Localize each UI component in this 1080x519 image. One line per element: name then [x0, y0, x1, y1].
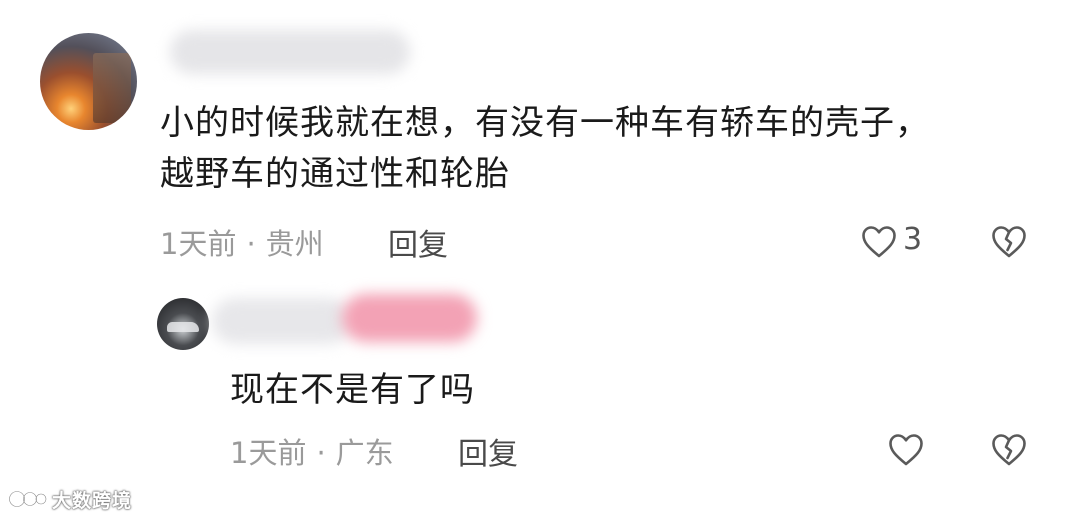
reply-time: 1天前: [230, 436, 307, 470]
heart-outline-icon[interactable]: [888, 433, 924, 467]
broken-heart-icon[interactable]: [991, 225, 1027, 259]
heart-outline-icon[interactable]: [861, 225, 897, 259]
like-count: 3: [903, 222, 923, 257]
reply-to-reply-button[interactable]: 回复: [458, 429, 518, 473]
broken-heart-icon[interactable]: [991, 433, 1027, 467]
reply-location: 广东: [335, 436, 394, 470]
replier-avatar[interactable]: [157, 298, 209, 350]
commenter-avatar[interactable]: [40, 33, 137, 130]
comment-text-line-1: 小的时候我就在想，有没有一种车有轿车的壳子，: [160, 103, 930, 143]
comment-thread: 小的时候我就在想，有没有一种车有轿车的壳子， 越野车的通过性和轮胎 1天前 · 贵州…: [0, 0, 1080, 519]
watermark-text: 大数跨境: [52, 489, 133, 512]
comment-text: 小的时候我就在想，有没有一种车有轿车的壳子， 越野车的通过性和轮胎: [160, 98, 930, 200]
reply-button[interactable]: 回复: [388, 220, 448, 264]
replier-name-blurred[interactable]: [212, 298, 352, 344]
comment-location: 贵州: [265, 227, 324, 261]
watermark-logo-icon: [8, 488, 48, 510]
watermark: 大数跨境: [8, 483, 132, 515]
commenter-name-blurred[interactable]: [170, 30, 410, 74]
reply-text: 现在不是有了吗: [230, 370, 475, 410]
meta-separator: ·: [246, 227, 256, 261]
comment-text-line-2: 越野车的通过性和轮胎: [160, 154, 510, 194]
comment-time: 1天前: [160, 227, 237, 261]
meta-separator: ·: [316, 436, 326, 470]
reply-meta: 1天前 · 广东: [230, 430, 394, 472]
replier-badge-blurred: [342, 294, 477, 342]
comment-meta: 1天前 · 贵州: [160, 221, 324, 263]
